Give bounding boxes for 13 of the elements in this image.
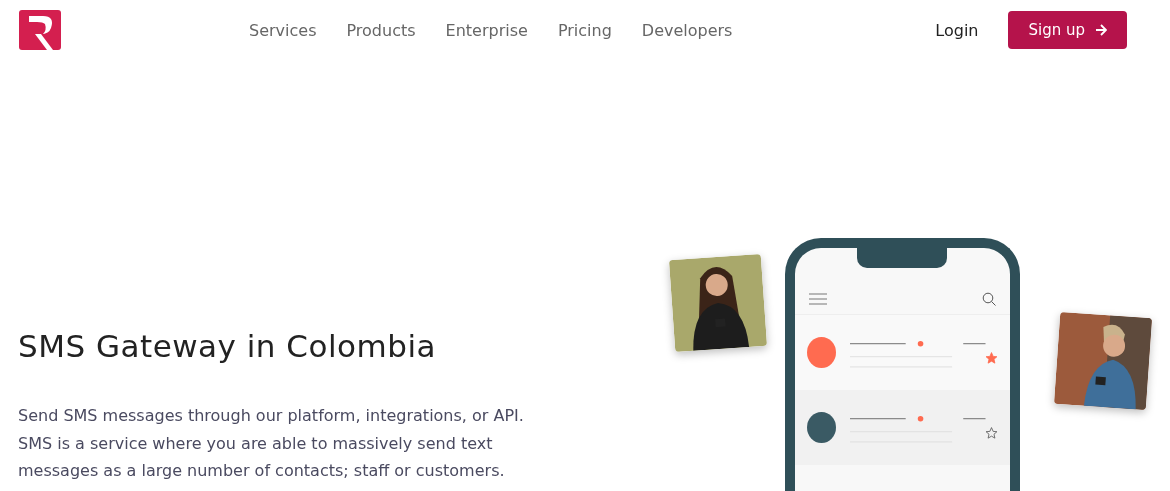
- nav-link[interactable]: Pricing: [557, 20, 612, 40]
- menu-icon: [809, 293, 827, 305]
- nav-link[interactable]: Developers: [641, 20, 733, 40]
- logo[interactable]: [19, 10, 61, 50]
- signup-button[interactable]: Sign up: [1008, 11, 1127, 49]
- login-link[interactable]: Login: [935, 20, 979, 40]
- hero-description: Send SMS messages through our platform, integrations, or API. SMS is a service where you are able to massively send text messages as a large number of contacts; staff or customers.: [18, 405, 525, 482]
- nav-link[interactable]: Services: [249, 20, 317, 40]
- arrow-icon: [1095, 24, 1107, 36]
- hero-title: SMS Gateway in Colombia: [18, 328, 438, 364]
- search-icon: [982, 292, 996, 306]
- nav-link[interactable]: Products: [346, 20, 416, 40]
- nav-link[interactable]: Enterprise: [445, 20, 528, 40]
